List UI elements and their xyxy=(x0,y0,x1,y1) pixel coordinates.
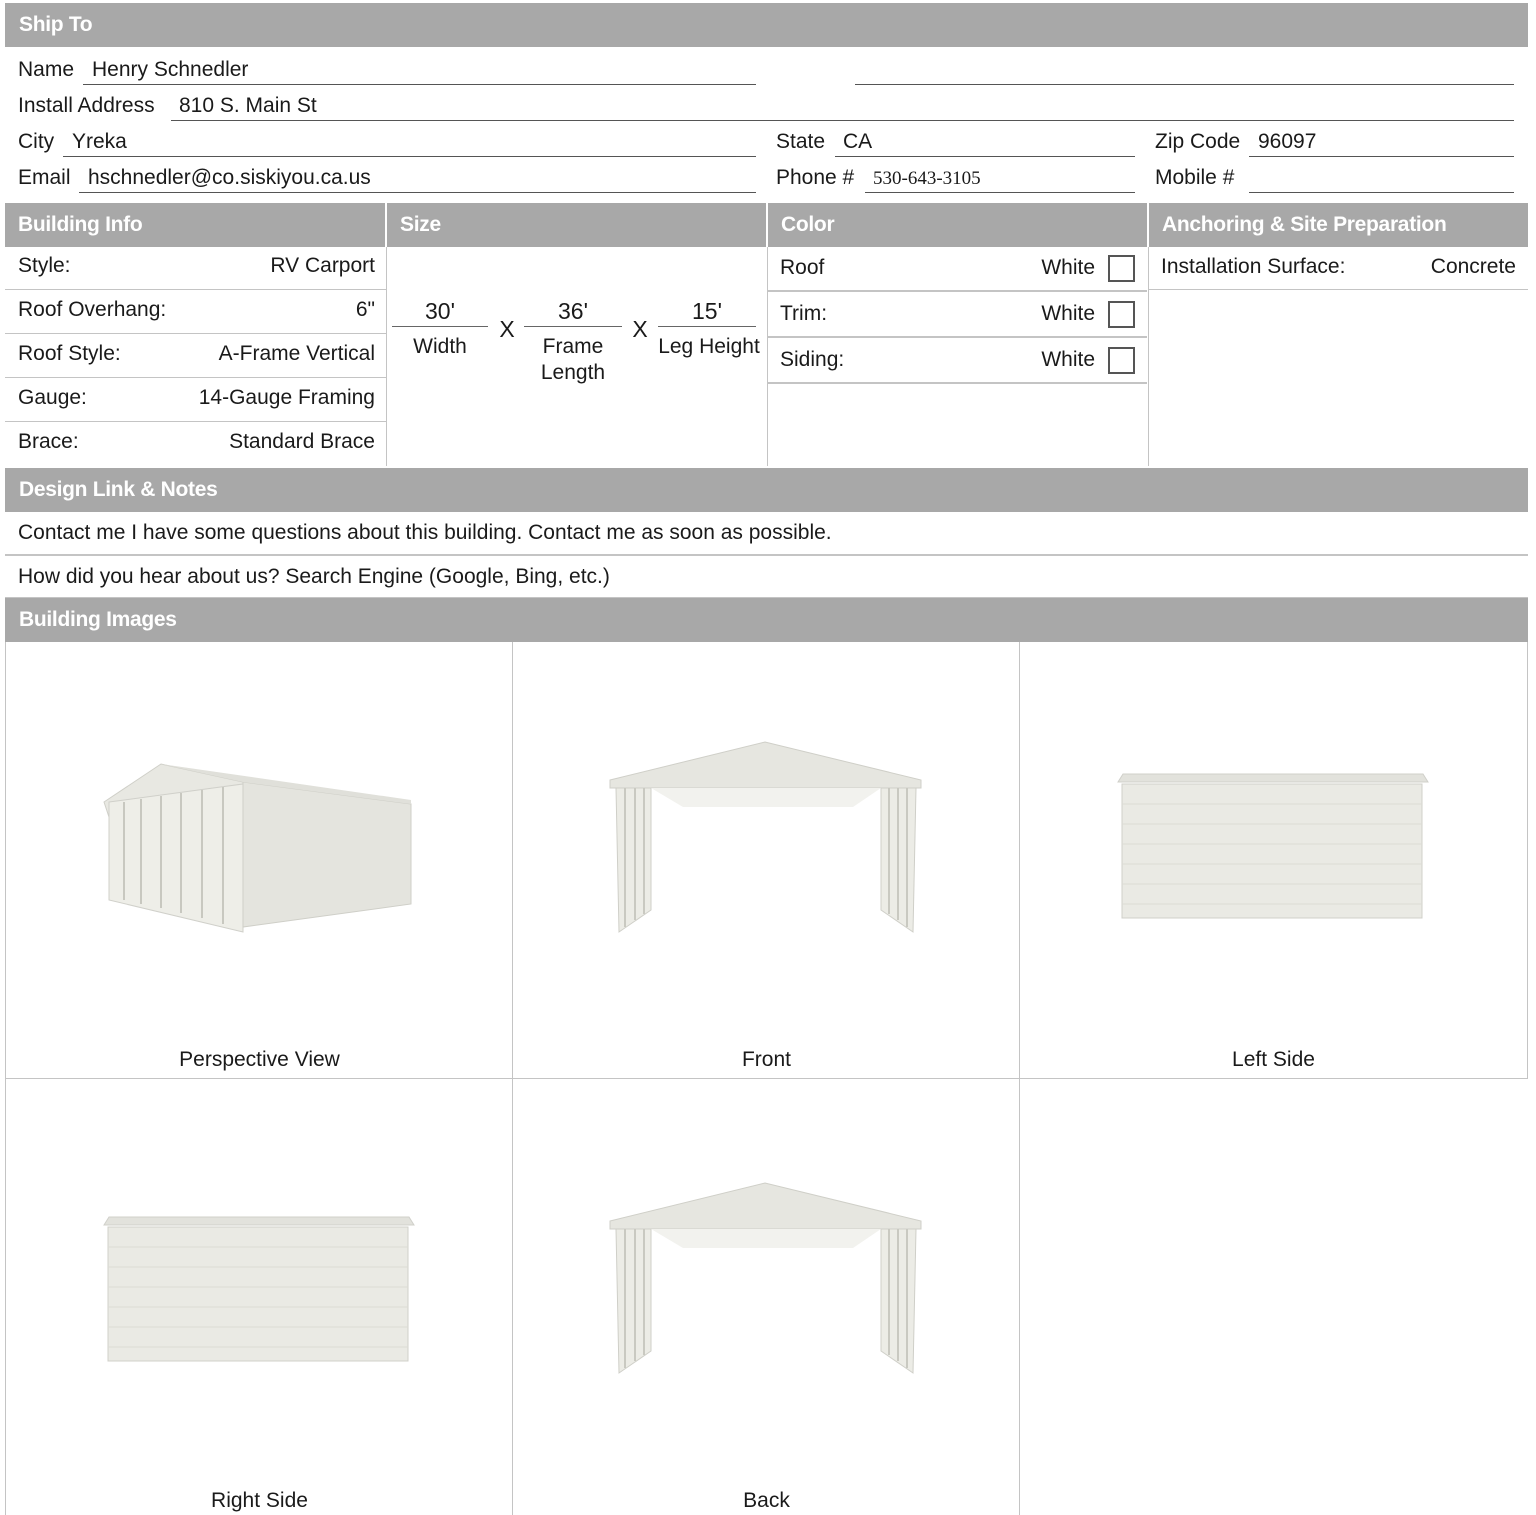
phone-label: Phone # xyxy=(776,166,855,189)
height-value: 15' xyxy=(692,298,722,324)
image-perspective-view: Perspective View xyxy=(6,642,513,1078)
building-info-header: Building Info xyxy=(5,203,385,247)
address-value: 810 S. Main St xyxy=(179,94,317,117)
height-label: Leg Height xyxy=(658,335,760,358)
column-divider xyxy=(1148,247,1149,466)
color-row-trim: Trim: White xyxy=(768,292,1148,338)
row-divider xyxy=(768,382,1147,384)
row-divider xyxy=(5,554,1528,556)
perspective-building-icon xyxy=(103,763,412,933)
city-underline xyxy=(63,156,756,157)
right-side-building-icon xyxy=(103,1216,415,1362)
roof-color-swatch xyxy=(1108,255,1135,282)
zip-value: 96097 xyxy=(1258,130,1317,153)
building-info-row-brace: Brace: Standard Brace xyxy=(5,422,386,466)
width-underline xyxy=(392,326,488,327)
address-label: Install Address xyxy=(18,94,155,117)
building-info-row-style: Style: RV Carport xyxy=(5,246,386,290)
images-header: Building Images xyxy=(5,598,1528,642)
front-building-icon xyxy=(609,741,922,933)
column-divider xyxy=(386,247,387,466)
trim-color-value: White xyxy=(1041,302,1095,325)
mobile-underline xyxy=(1249,192,1514,193)
height-underline xyxy=(658,326,756,327)
color-header: Color xyxy=(768,203,1147,247)
image-right-side: Right Side xyxy=(6,1079,513,1515)
notes-header: Design Link & Notes xyxy=(5,468,1528,512)
times-sign: X xyxy=(632,316,648,342)
style-label: Style: xyxy=(18,254,71,277)
zip-underline xyxy=(1249,156,1514,157)
gauge-value: 14-Gauge Framing xyxy=(198,386,375,409)
length-underline xyxy=(524,326,622,327)
anchoring-header: Anchoring & Site Preparation xyxy=(1149,203,1528,247)
mobile-label: Mobile # xyxy=(1155,166,1235,189)
width-label: Width xyxy=(413,335,467,358)
siding-color-value: White xyxy=(1041,348,1095,371)
width-value: 30' xyxy=(425,298,455,324)
brace-value: Standard Brace xyxy=(229,430,375,453)
siding-color-label: Siding: xyxy=(780,348,845,371)
building-info-row-overhang: Roof Overhang: 6" xyxy=(5,290,386,334)
surface-value: Concrete xyxy=(1430,255,1516,278)
siding-color-swatch xyxy=(1108,347,1135,374)
roof-style-label: Roof Style: xyxy=(18,342,121,365)
extra-underline xyxy=(855,84,1514,85)
building-info-row-gauge: Gauge: 14-Gauge Framing xyxy=(5,378,386,422)
trim-color-label: Trim: xyxy=(780,302,828,325)
state-label: State xyxy=(776,130,826,153)
caption-perspective-view: Perspective View xyxy=(179,1048,340,1071)
length-value: 36' xyxy=(558,298,588,324)
name-underline xyxy=(83,84,756,85)
grid-line xyxy=(1527,642,1528,1079)
address-underline xyxy=(171,120,1514,121)
times-sign: X xyxy=(499,316,515,342)
length-label-line2: Length xyxy=(540,361,606,384)
city-value: Yreka xyxy=(72,130,127,153)
caption-front: Front xyxy=(741,1048,791,1071)
roof-color-value: White xyxy=(1041,256,1095,279)
image-left-side: Left Side xyxy=(1020,642,1527,1078)
brace-label: Brace: xyxy=(18,430,79,453)
building-info-row-roof-style: Roof Style: A-Frame Vertical xyxy=(5,334,386,378)
email-value: hschnedler@co.siskiyou.ca.us xyxy=(88,166,371,189)
ship-to-header: Ship To xyxy=(5,3,1528,47)
state-value: CA xyxy=(843,130,873,153)
roof-color-label: Roof xyxy=(780,256,825,279)
phone-value: 530-643-3105 xyxy=(873,168,981,189)
name-value: Henry Schnedler xyxy=(92,58,249,81)
style-value: RV Carport xyxy=(270,254,375,277)
email-underline xyxy=(79,192,756,193)
size-header: Size xyxy=(387,203,766,247)
row-divider xyxy=(1149,289,1528,290)
gauge-label: Gauge: xyxy=(18,386,87,409)
left-side-building-icon xyxy=(1117,773,1429,919)
state-underline xyxy=(835,156,1135,157)
notes-comment: Contact me I have some questions about t… xyxy=(18,521,832,544)
notes-referral: How did you hear about us? Search Engine… xyxy=(18,565,610,588)
trim-color-swatch xyxy=(1108,301,1135,328)
name-label: Name xyxy=(18,58,75,81)
surface-label: Installation Surface: xyxy=(1161,255,1346,278)
email-label: Email xyxy=(18,166,71,189)
phone-underline xyxy=(865,192,1135,193)
image-front: Front xyxy=(513,642,1020,1078)
color-row-roof: Roof White xyxy=(768,246,1148,292)
overhang-label: Roof Overhang: xyxy=(18,298,167,321)
caption-left-side: Left Side xyxy=(1232,1048,1315,1071)
back-building-icon xyxy=(609,1182,922,1374)
color-row-siding: Siding: White xyxy=(768,338,1148,384)
length-label-line1: Frame xyxy=(542,335,604,358)
city-label: City xyxy=(18,130,55,153)
roof-style-value: A-Frame Vertical xyxy=(218,342,375,365)
caption-right-side: Right Side xyxy=(211,1489,308,1512)
caption-back: Back xyxy=(743,1489,790,1512)
image-back: Back xyxy=(513,1079,1020,1515)
overhang-value: 6" xyxy=(355,298,375,321)
zip-label: Zip Code xyxy=(1155,130,1241,153)
